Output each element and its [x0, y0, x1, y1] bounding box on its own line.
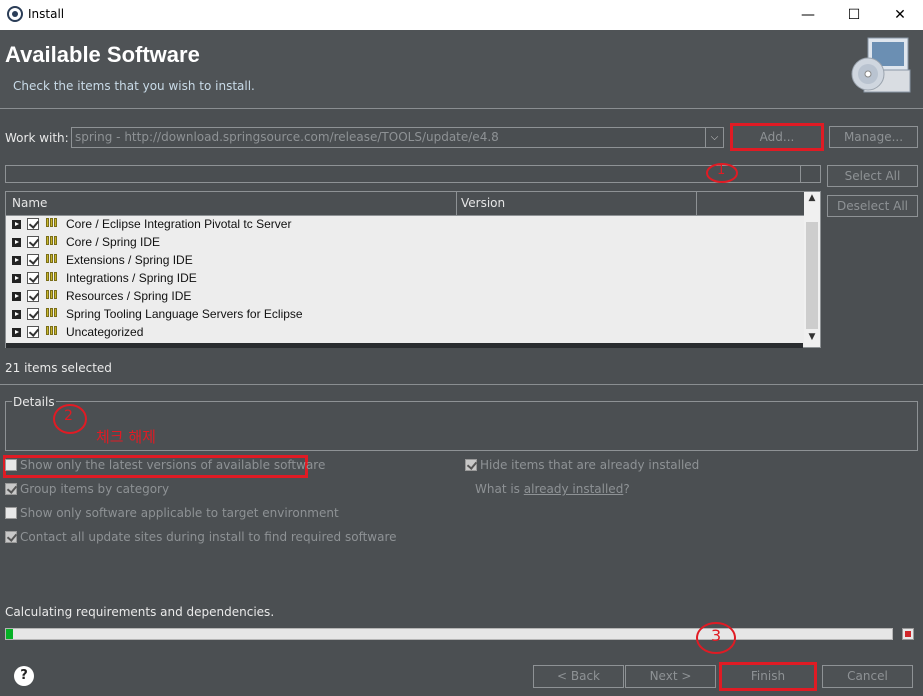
row-checkbox[interactable] [27, 236, 39, 248]
column-name[interactable]: Name [12, 196, 47, 210]
group-by-category-label: Group items by category [20, 482, 170, 496]
contact-sites-label: Contact all update sites during install … [20, 530, 397, 544]
expand-icon[interactable] [12, 274, 21, 283]
row-label: Uncategorized [66, 325, 144, 339]
window-title-bar: Install — ☐ ✕ [0, 0, 923, 30]
finish-button[interactable]: Finish [719, 662, 817, 691]
row-label: Core / Spring IDE [66, 235, 161, 249]
stop-icon [905, 631, 911, 637]
scroll-down-icon[interactable]: ▼ [806, 332, 818, 346]
next-button[interactable]: Next > [625, 665, 716, 688]
expand-icon[interactable] [12, 292, 21, 301]
annotation-label-3: 3 [711, 626, 722, 645]
hide-installed-checkbox[interactable] [465, 459, 477, 471]
table-header: Name Version [6, 192, 820, 216]
header-separator [0, 108, 923, 109]
manage-button[interactable]: Manage... [829, 126, 918, 148]
row-checkbox[interactable] [27, 218, 39, 230]
table-row[interactable]: Extensions / Spring IDE [6, 251, 803, 269]
table-row[interactable]: Core / Spring IDE [6, 233, 803, 251]
progress-label: Calculating requirements and dependencie… [5, 605, 275, 619]
selection-status: 21 items selected [5, 361, 112, 375]
add-button[interactable]: Add... [730, 123, 824, 151]
expand-icon[interactable] [12, 310, 21, 319]
page-title: Available Software [5, 42, 200, 67]
hide-installed-label: Hide items that are already installed [480, 458, 700, 472]
category-icon [46, 272, 60, 282]
scroll-thumb[interactable] [806, 222, 818, 329]
minimize-button[interactable]: — [785, 0, 831, 30]
work-with-value: spring - http://download.springsource.co… [75, 130, 499, 144]
filter-input[interactable] [5, 165, 821, 183]
chevron-down-icon[interactable]: ⌵ [705, 128, 723, 147]
row-checkbox[interactable] [27, 254, 39, 266]
progress-fill [6, 629, 14, 639]
column-version[interactable]: Version [461, 196, 505, 210]
row-checkbox[interactable] [27, 272, 39, 284]
progress-bar [5, 628, 893, 640]
already-installed-link[interactable]: already installed [524, 482, 624, 496]
work-with-combo[interactable]: spring - http://download.springsource.co… [71, 127, 724, 148]
row-checkbox[interactable] [27, 308, 39, 320]
category-icon [46, 308, 60, 318]
deselect-all-button[interactable]: Deselect All [827, 195, 918, 217]
maximize-button[interactable]: ☐ [831, 0, 877, 30]
row-label: Resources / Spring IDE [66, 289, 192, 303]
wizard-header: Available Software Check the items that … [0, 30, 923, 108]
annotation-label-1: 1 [717, 163, 726, 178]
row-label: Integrations / Spring IDE [66, 271, 197, 285]
window-title: Install [28, 7, 65, 21]
row-label: Spring Tooling Language Servers for Ecli… [66, 307, 303, 321]
what-is-text: What is already installed? [475, 482, 630, 496]
row-checkbox[interactable] [27, 326, 39, 338]
row-checkbox[interactable] [27, 290, 39, 302]
expand-icon[interactable] [12, 238, 21, 247]
category-icon [46, 290, 60, 300]
work-with-label: Work with: [5, 131, 69, 145]
what-is-suffix: ? [623, 482, 630, 496]
install-cd-icon [851, 37, 911, 93]
eclipse-icon [7, 6, 23, 22]
select-all-button[interactable]: Select All [827, 165, 918, 187]
scroll-up-icon[interactable]: ▲ [806, 193, 818, 207]
category-icon [46, 254, 60, 264]
category-icon [46, 236, 60, 246]
cancel-button[interactable]: Cancel [822, 665, 913, 688]
expand-icon[interactable] [12, 256, 21, 265]
expand-icon[interactable] [12, 328, 21, 337]
category-icon [46, 326, 60, 336]
details-separator [0, 384, 923, 385]
latest-versions-checkbox[interactable] [5, 459, 17, 471]
table-row-partial [6, 343, 803, 348]
table-row[interactable]: Core / Eclipse Integration Pivotal tc Se… [6, 215, 803, 233]
table-row[interactable]: Resources / Spring IDE [6, 287, 803, 305]
annotation-label-2: 2 [64, 408, 73, 424]
target-env-checkbox[interactable] [5, 507, 17, 519]
page-subtitle: Check the items that you wish to install… [13, 79, 255, 93]
software-table[interactable]: Name Version Core / Eclipse Integration … [5, 191, 821, 348]
row-label: Extensions / Spring IDE [66, 253, 193, 267]
expand-icon[interactable] [12, 220, 21, 229]
table-scrollbar[interactable]: ▲ ▼ [804, 192, 820, 347]
table-row[interactable]: Integrations / Spring IDE [6, 269, 803, 287]
target-env-label: Show only software applicable to target … [20, 506, 339, 520]
table-row[interactable]: Spring Tooling Language Servers for Ecli… [6, 305, 803, 323]
annotation-text-2: 체크 해제 [96, 428, 156, 446]
help-icon[interactable]: ? [14, 666, 34, 686]
what-is-prefix: What is [475, 482, 520, 496]
filter-clear[interactable] [800, 166, 820, 182]
contact-sites-checkbox[interactable] [5, 531, 17, 543]
table-row[interactable]: Uncategorized [6, 323, 803, 341]
back-button[interactable]: < Back [533, 665, 624, 688]
row-label: Core / Eclipse Integration Pivotal tc Se… [66, 217, 292, 231]
latest-versions-label: Show only the latest versions of availab… [20, 458, 326, 472]
category-icon [46, 218, 60, 228]
close-button[interactable]: ✕ [877, 0, 923, 30]
stop-button[interactable] [902, 628, 914, 640]
group-by-category-checkbox[interactable] [5, 483, 17, 495]
